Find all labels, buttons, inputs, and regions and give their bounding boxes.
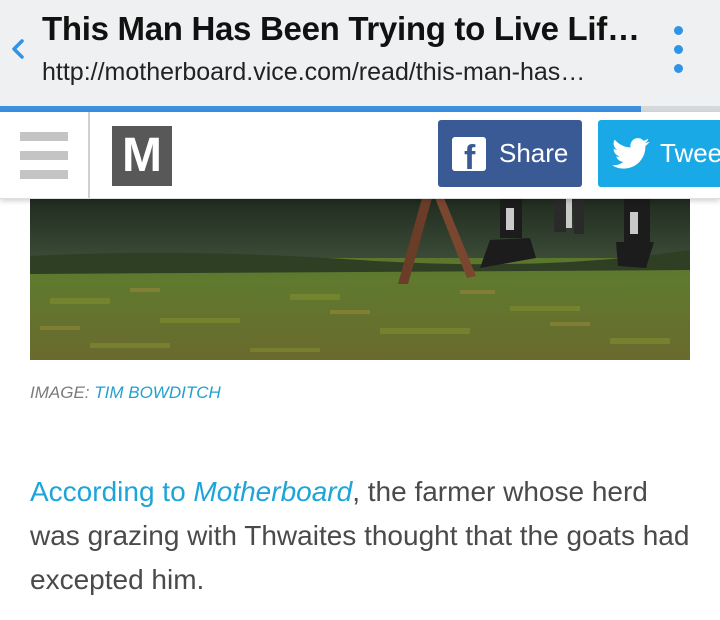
browser-toolbar: This Man Has Been Trying to Live Lif… ht… — [0, 0, 720, 106]
facebook-share-button[interactable]: f Share — [438, 120, 582, 187]
facebook-icon: f — [452, 136, 486, 171]
article-paragraph: According to Motherboard, the farmer who… — [30, 470, 700, 602]
overflow-menu-icon[interactable] — [668, 24, 690, 76]
back-chevron-icon[interactable] — [6, 34, 30, 64]
page-url[interactable]: http://motherboard.vice.com/read/this-ma… — [42, 58, 662, 87]
article-image — [30, 198, 690, 360]
image-caption: IMAGE: TIM BOWDITCH — [30, 383, 221, 403]
paragraph-link-emphasis[interactable]: Motherboard — [193, 476, 352, 507]
caption-prefix: IMAGE: — [30, 383, 90, 402]
site-header: M f Share Twee — [0, 112, 720, 199]
paragraph-link[interactable]: According to — [30, 476, 186, 507]
twitter-share-label: Twee — [660, 138, 720, 168]
site-logo[interactable]: M — [112, 126, 172, 186]
hamburger-icon[interactable] — [20, 132, 68, 180]
header-divider — [88, 112, 90, 198]
twitter-bird-icon — [612, 137, 650, 169]
caption-credit-link[interactable]: TIM BOWDITCH — [94, 383, 221, 402]
page-title[interactable]: This Man Has Been Trying to Live Lif… — [42, 10, 662, 48]
twitter-share-button[interactable]: Twee — [598, 120, 720, 187]
facebook-share-label: Share — [499, 138, 569, 168]
